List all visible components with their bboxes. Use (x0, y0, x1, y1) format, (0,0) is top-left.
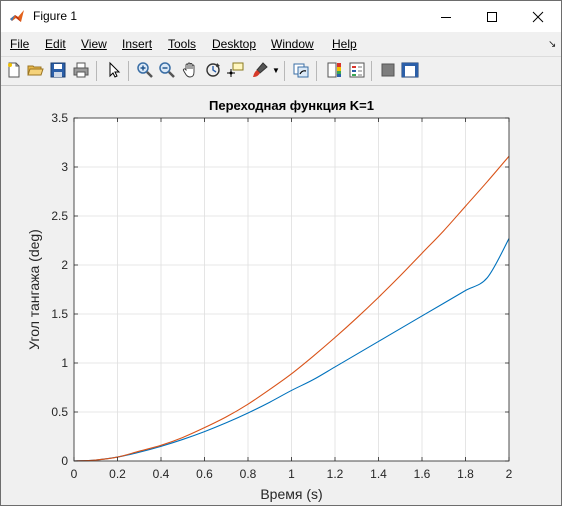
toolbar-separator (128, 61, 129, 81)
print-icon[interactable] (72, 61, 90, 79)
figure-window: Figure 1 File Edit View Insert Tools Des… (0, 0, 562, 506)
y-tick-label: 0 (61, 454, 68, 468)
x-tick-label: 0.4 (153, 467, 170, 481)
menu-bar: File Edit View Insert Tools Desktop Wind… (1, 33, 561, 55)
y-tick-label: 1.5 (51, 307, 68, 321)
chart-title: Переходная функция K=1 (209, 98, 374, 113)
menu-desktop[interactable]: Desktop (212, 37, 256, 51)
close-icon (532, 11, 544, 22)
x-tick-label: 0.8 (240, 467, 257, 481)
maximize-icon (487, 11, 497, 22)
menu-window[interactable]: Window (271, 37, 314, 51)
menu-file[interactable]: File (10, 37, 29, 51)
minimize-button[interactable] (423, 1, 469, 32)
pointer-icon[interactable] (105, 61, 123, 79)
show-plot-tools-icon[interactable] (401, 61, 419, 79)
menu-tools[interactable]: Tools (168, 37, 196, 51)
close-button[interactable] (515, 1, 561, 32)
pan-icon[interactable] (181, 61, 199, 79)
x-tick-label: 0 (71, 467, 78, 481)
y-tick-label: 2 (61, 258, 68, 272)
x-tick-label: 1.4 (370, 467, 387, 481)
colorbar-icon[interactable] (325, 61, 343, 79)
toolbar-separator (316, 61, 317, 81)
y-tick-label: 3 (61, 160, 68, 174)
toolbar-separator (96, 61, 97, 81)
x-tick-label: 0.6 (196, 467, 213, 481)
figure-toolbar: ▼ (1, 56, 561, 86)
x-tick-label: 2 (506, 467, 513, 481)
minimize-icon (441, 16, 451, 18)
menu-insert[interactable]: Insert (122, 37, 152, 51)
figure-canvas: 0 0.2 0.4 0.6 0.8 1 1.2 1.4 1.6 1.8 2 0 0.5 1 1.5 2 2.5… (1, 86, 561, 505)
brush-dropdown-icon[interactable]: ▼ (272, 66, 280, 75)
legend-icon[interactable] (348, 61, 366, 79)
menu-help[interactable]: Help (332, 37, 357, 51)
y-tick-label: 0.5 (51, 405, 68, 419)
y-tick-label: 1 (61, 356, 68, 370)
toolbar-separator (284, 61, 285, 81)
x-tick-label: 1.6 (414, 467, 431, 481)
window-title: Figure 1 (33, 9, 78, 23)
zoom-in-icon[interactable] (136, 61, 154, 79)
open-file-icon[interactable] (26, 61, 44, 79)
link-plot-icon[interactable] (292, 61, 310, 79)
y-tick-label: 2.5 (51, 209, 68, 223)
new-figure-icon[interactable] (5, 61, 23, 79)
menu-view[interactable]: View (81, 37, 107, 51)
y-axis-label: Угол тангажа (deg) (26, 229, 42, 350)
line-chart[interactable]: 0 0.2 0.4 0.6 0.8 1 1.2 1.4 1.6 1.8 2 0 0.5 1 1.5 2 2.5… (1, 86, 561, 505)
rotate-3d-icon[interactable] (204, 61, 222, 79)
maximize-button[interactable] (469, 1, 515, 32)
hide-plot-tools-icon[interactable] (379, 61, 397, 79)
matlab-logo-icon (10, 10, 24, 22)
x-tick-label: 0.2 (109, 467, 126, 481)
x-tick-label: 1.2 (327, 467, 344, 481)
title-bar[interactable]: Figure 1 (1, 1, 561, 32)
save-icon[interactable] (49, 61, 67, 79)
y-tick-label: 3.5 (51, 111, 68, 125)
data-cursor-icon[interactable] (227, 61, 245, 79)
zoom-out-icon[interactable] (158, 61, 176, 79)
brush-icon[interactable] (251, 61, 269, 79)
menu-edit[interactable]: Edit (45, 37, 66, 51)
toolbar-separator (371, 61, 372, 81)
x-tick-label: 1.8 (457, 467, 474, 481)
x-axis-label: Время (s) (260, 486, 322, 502)
dock-arrow-icon[interactable]: ↘ (548, 39, 556, 50)
x-tick-label: 1 (288, 467, 295, 481)
